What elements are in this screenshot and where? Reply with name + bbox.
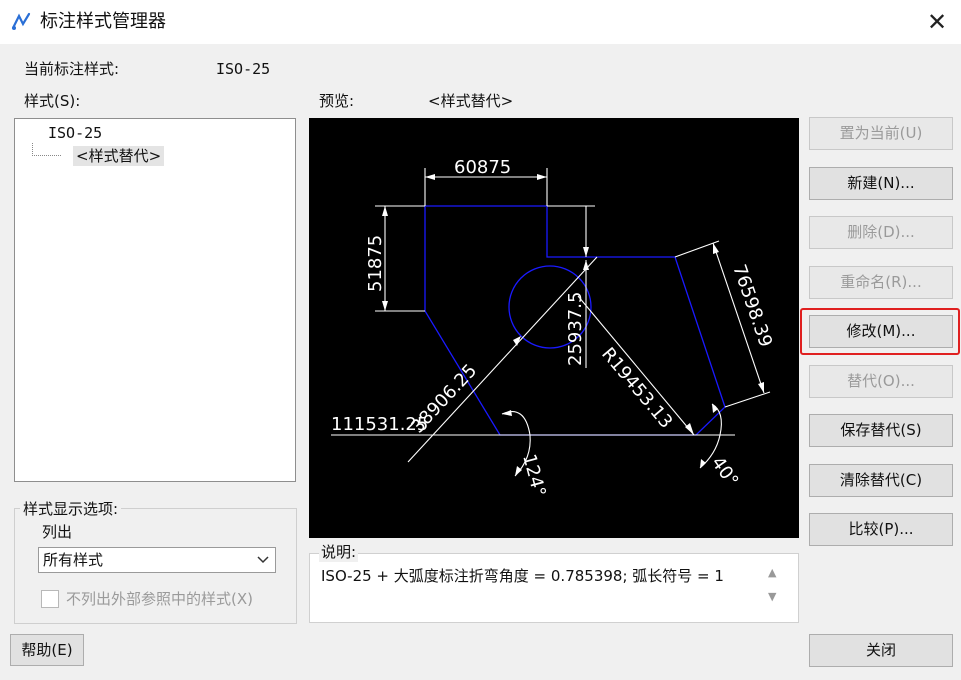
scroll-up-icon[interactable]: ▲ <box>768 566 776 579</box>
dim-left-label: 51875 <box>365 235 386 292</box>
display-options-label: 样式显示选项: <box>20 499 122 519</box>
preview-label: 预览: <box>319 92 355 110</box>
preview-canvas: 60875 51875 25937.5 76598.39 38906.25 R1… <box>309 118 799 538</box>
current-style-label: 当前标注样式: <box>24 60 120 78</box>
dim-diag-right-label: R19453.13 <box>597 344 676 433</box>
modify-highlight <box>800 308 960 355</box>
help-button[interactable]: 帮助(E) <box>10 634 84 666</box>
override-button[interactable]: 替代(O)... <box>809 365 953 398</box>
dim-angle-left-label: 124° <box>518 452 550 499</box>
style-filter-select[interactable]: 所有样式 <box>38 547 276 573</box>
save-override-button[interactable]: 保存替代(S) <box>809 414 953 447</box>
dim-center-label: 25937.5 <box>565 292 586 366</box>
scroll-down-icon[interactable]: ▼ <box>768 590 776 603</box>
list-item[interactable]: ISO-25 <box>48 123 102 143</box>
rename-button[interactable]: 重命名(R)... <box>809 266 953 299</box>
list-item[interactable]: <样式替代> <box>73 146 165 166</box>
dim-top-label: 60875 <box>454 157 511 178</box>
title-bar: 标注样式管理器 ✕ <box>0 0 961 44</box>
set-current-button[interactable]: 置为当前(U) <box>809 117 953 150</box>
current-style-value: ISO-25 <box>216 60 271 78</box>
description-label: 说明: <box>319 542 359 562</box>
chevron-down-icon <box>257 550 269 574</box>
description-text: ISO-25 + 大弧度标注折弯角度 = 0.785398; 弧长符号 = 1 <box>321 567 724 585</box>
styles-label: 样式(S): <box>24 92 81 110</box>
preview-drawing: 60875 51875 25937.5 76598.39 38906.25 R1… <box>331 157 776 499</box>
dim-baseline-label: 111531.25 <box>331 414 428 435</box>
description-box: ISO-25 + 大弧度标注折弯角度 = 0.785398; 弧长符号 = 1 … <box>309 553 799 623</box>
app-dimension-icon <box>10 10 32 32</box>
exclude-xref-checkbox[interactable] <box>41 590 59 608</box>
window-title: 标注样式管理器 <box>40 11 166 32</box>
select-value: 所有样式 <box>43 551 104 569</box>
clear-override-button[interactable]: 清除替代(C) <box>809 464 953 497</box>
compare-button[interactable]: 比较(P)... <box>809 513 953 546</box>
tree-connector <box>32 143 61 156</box>
delete-button[interactable]: 删除(D)... <box>809 216 953 249</box>
close-icon[interactable]: ✕ <box>922 8 952 36</box>
styles-list[interactable]: ISO-25 <样式替代> <box>14 118 296 482</box>
preview-value: <样式替代> <box>428 92 514 110</box>
new-button[interactable]: 新建(N)... <box>809 167 953 200</box>
close-button[interactable]: 关闭 <box>809 634 953 667</box>
dim-right-label: 76598.39 <box>728 262 776 350</box>
dim-angle-right-label: 40° <box>707 453 743 491</box>
list-label: 列出 <box>42 523 73 541</box>
exclude-xref-label: 不列出外部参照中的样式(X) <box>66 590 253 608</box>
